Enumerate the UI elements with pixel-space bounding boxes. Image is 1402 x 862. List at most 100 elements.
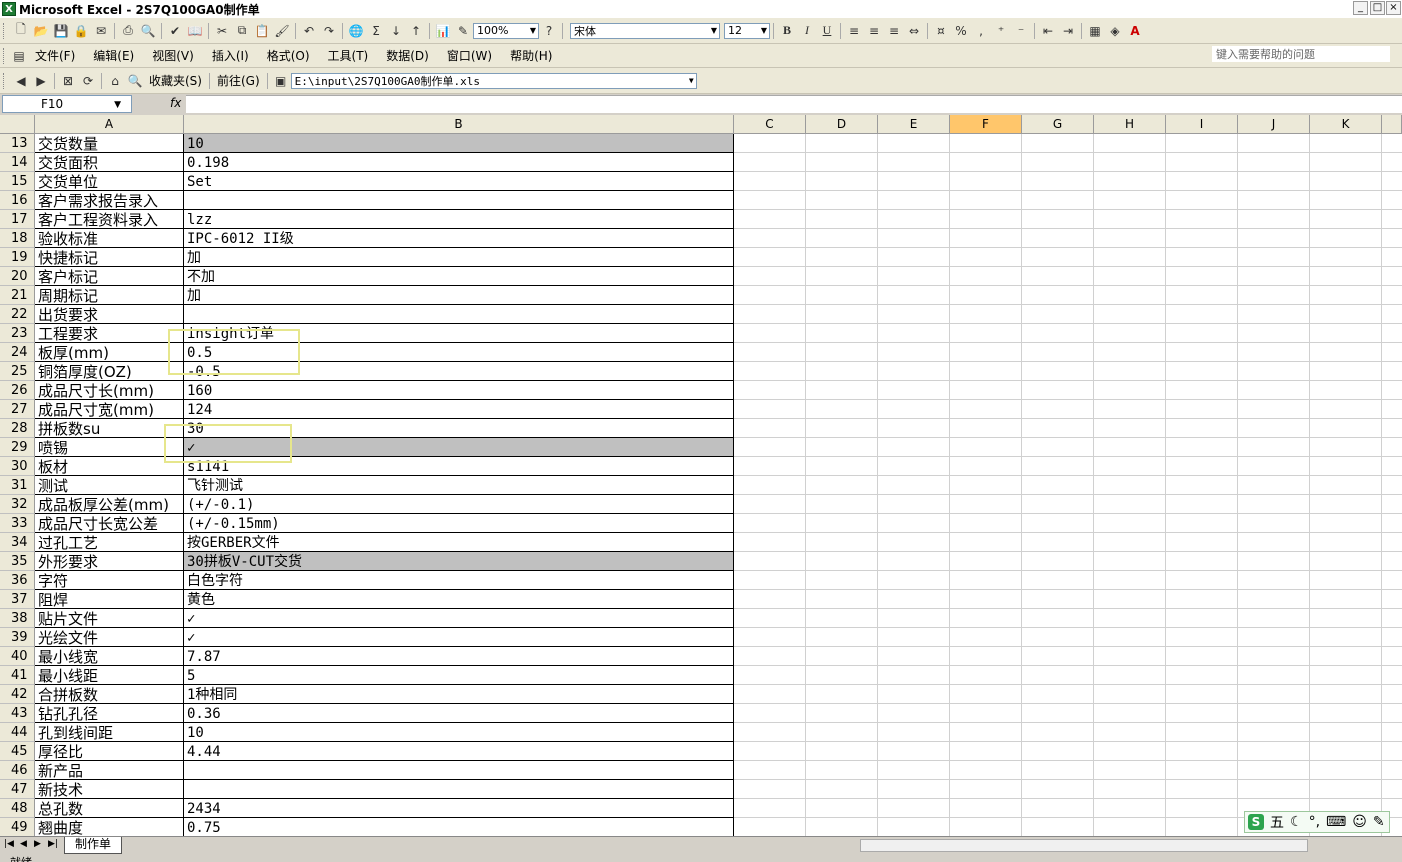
row-header[interactable]: 29: [0, 438, 35, 457]
row-header[interactable]: 18: [0, 229, 35, 248]
decrease-indent-icon[interactable]: ⇤: [1038, 21, 1058, 41]
stop-icon[interactable]: ⊠: [58, 71, 78, 91]
font-color-icon[interactable]: A: [1125, 21, 1145, 41]
fill-color-icon[interactable]: ◈: [1105, 21, 1125, 41]
row-header[interactable]: 39: [0, 628, 35, 647]
cell-label[interactable]: 喷锡: [35, 438, 184, 457]
row-header[interactable]: 32: [0, 495, 35, 514]
menu-insert[interactable]: 插入(I): [212, 47, 249, 64]
refresh-icon[interactable]: ⟳: [78, 71, 98, 91]
column-header-partial[interactable]: [1382, 115, 1402, 134]
cell-value[interactable]: insight订单: [184, 324, 734, 343]
cell-label[interactable]: 新技术: [35, 780, 184, 799]
column-header-h[interactable]: H: [1094, 115, 1166, 134]
permission-icon[interactable]: 🔒: [71, 21, 91, 41]
cell-value[interactable]: 加: [184, 248, 734, 267]
cell-label[interactable]: 客户工程资料录入: [35, 210, 184, 229]
cell-value[interactable]: 5: [184, 666, 734, 685]
cell-value[interactable]: ✓: [184, 628, 734, 647]
row-header[interactable]: 21: [0, 286, 35, 305]
row-header[interactable]: 48: [0, 799, 35, 818]
borders-icon[interactable]: ▦: [1085, 21, 1105, 41]
cell-value[interactable]: 160: [184, 381, 734, 400]
forward-icon[interactable]: ▶: [31, 71, 51, 91]
zoom-combo[interactable]: 100% ▼: [473, 22, 539, 39]
row-header[interactable]: 44: [0, 723, 35, 742]
cell-label[interactable]: 光绘文件: [35, 628, 184, 647]
cell-label[interactable]: 成品尺寸宽(mm): [35, 400, 184, 419]
function-icon[interactable]: fx: [170, 96, 181, 110]
cell-value[interactable]: ✓: [184, 609, 734, 628]
menu-view[interactable]: 视图(V): [152, 47, 194, 64]
row-header[interactable]: 37: [0, 590, 35, 609]
cell-value[interactable]: 7.87: [184, 647, 734, 666]
menu-data[interactable]: 数据(D): [386, 47, 429, 64]
cell-value[interactable]: 30拼板V-CUT交货: [184, 552, 734, 571]
cell-value[interactable]: 0.36: [184, 704, 734, 723]
close-button[interactable]: ×: [1386, 1, 1401, 15]
home-icon[interactable]: ⌂: [105, 71, 125, 91]
cell-value[interactable]: 4.44: [184, 742, 734, 761]
formula-bar[interactable]: [186, 95, 1402, 113]
currency-icon[interactable]: ¤: [931, 21, 951, 41]
cell-label[interactable]: 过孔工艺: [35, 533, 184, 552]
cut-icon[interactable]: ✂: [212, 21, 232, 41]
row-header[interactable]: 22: [0, 305, 35, 324]
help-question-box[interactable]: 键入需要帮助的问题: [1212, 46, 1390, 62]
cell-label[interactable]: 交货数量: [35, 134, 184, 153]
cell-label[interactable]: 交货面积: [35, 153, 184, 172]
row-header[interactable]: 42: [0, 685, 35, 704]
cell-label[interactable]: 测试: [35, 476, 184, 495]
wrench-icon[interactable]: ✎: [1373, 814, 1385, 830]
row-header[interactable]: 19: [0, 248, 35, 267]
hyperlink-icon[interactable]: 🌐: [346, 21, 366, 41]
cell-value[interactable]: IPC-6012 II级: [184, 229, 734, 248]
cell-label[interactable]: 阻焊: [35, 590, 184, 609]
font-combo[interactable]: 宋体 ▼: [570, 22, 720, 39]
cell-value[interactable]: [184, 191, 734, 210]
cell-label[interactable]: 快捷标记: [35, 248, 184, 267]
save-icon[interactable]: 💾: [51, 21, 71, 41]
row-header[interactable]: 35: [0, 552, 35, 571]
goto-menu[interactable]: 前往(G): [217, 72, 260, 89]
cell-value[interactable]: 30: [184, 419, 734, 438]
favorites-menu[interactable]: 收藏夹(S): [149, 72, 202, 89]
row-header[interactable]: 47: [0, 780, 35, 799]
cell-label[interactable]: 新产品: [35, 761, 184, 780]
user-icon[interactable]: ☺: [1352, 814, 1367, 830]
drawing-icon[interactable]: ✎: [453, 21, 473, 41]
cell-label[interactable]: 板材: [35, 457, 184, 476]
row-header[interactable]: 31: [0, 476, 35, 495]
row-header[interactable]: 45: [0, 742, 35, 761]
help-icon[interactable]: ?: [539, 21, 559, 41]
comma-button[interactable]: ,: [971, 21, 991, 41]
cell-label[interactable]: 客户需求报告录入: [35, 191, 184, 210]
cell-value[interactable]: lzz: [184, 210, 734, 229]
menu-tools[interactable]: 工具(T): [328, 47, 369, 64]
row-header[interactable]: 38: [0, 609, 35, 628]
menu-grip[interactable]: [3, 47, 7, 64]
moon-icon[interactable]: ☾: [1290, 814, 1303, 830]
cell-value[interactable]: -0.5: [184, 362, 734, 381]
column-header-c[interactable]: C: [734, 115, 806, 134]
last-sheet-icon[interactable]: ▶|: [48, 839, 58, 849]
sort-descending-icon[interactable]: ↑: [406, 21, 426, 41]
row-header[interactable]: 23: [0, 324, 35, 343]
cell-value[interactable]: 2434: [184, 799, 734, 818]
font-size-combo[interactable]: 12 ▼: [724, 22, 770, 39]
increase-decimal-icon[interactable]: ⁺: [991, 21, 1011, 41]
keyboard-icon[interactable]: ⌨: [1326, 814, 1346, 830]
menu-help[interactable]: 帮助(H): [510, 47, 552, 64]
print-preview-icon[interactable]: 🔍: [138, 21, 158, 41]
cell-label[interactable]: 周期标记: [35, 286, 184, 305]
row-header[interactable]: 20: [0, 267, 35, 286]
row-header[interactable]: 46: [0, 761, 35, 780]
decrease-decimal-icon[interactable]: ⁻: [1011, 21, 1031, 41]
cell-value[interactable]: 0.5: [184, 343, 734, 362]
cell-value[interactable]: 0.75: [184, 818, 734, 836]
row-header[interactable]: 28: [0, 419, 35, 438]
name-box[interactable]: F10 ▼: [2, 95, 132, 113]
cell-value[interactable]: ✓: [184, 438, 734, 457]
email-icon[interactable]: ✉: [91, 21, 111, 41]
percent-button[interactable]: %: [951, 21, 971, 41]
